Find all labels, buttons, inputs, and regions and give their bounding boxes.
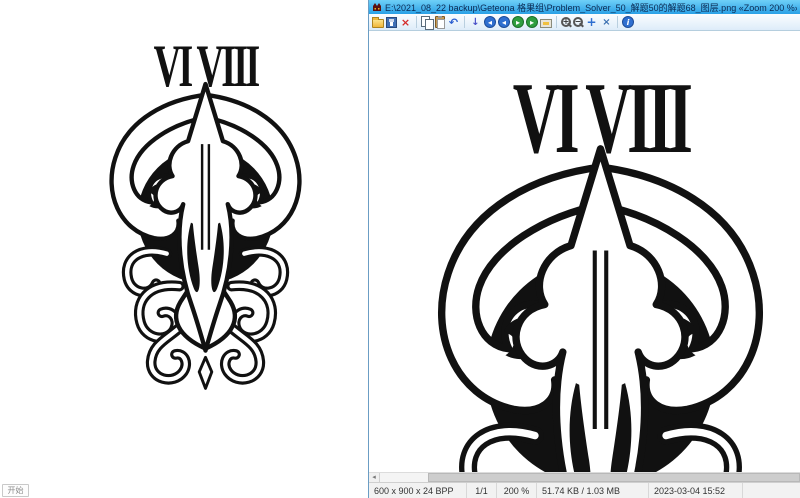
artwork-small (94, 22, 317, 400)
fullscreen-icon[interactable]: × (600, 16, 613, 29)
save-icon[interactable] (386, 17, 397, 28)
scroll-left-arrow-icon[interactable]: ◂ (369, 473, 380, 482)
horizontal-scrollbar[interactable]: ◂ (369, 472, 800, 482)
copy-icon[interactable] (421, 16, 433, 28)
delete-icon[interactable]: × (399, 16, 412, 29)
status-bar: 600 x 900 x 24 BPP 1/1 200 % 51.74 KB / … (369, 482, 800, 498)
status-file-size: 51.74 KB / 1.03 MB (537, 483, 649, 498)
toolbar: ×↶↓◂◂▸▸+−+×i (369, 14, 800, 31)
status-zoom-level: 200 % (497, 483, 537, 498)
zoom-out-icon[interactable]: − (573, 17, 583, 27)
image-canvas[interactable] (369, 31, 800, 472)
toolbar-separator (464, 16, 465, 28)
nav-down-icon[interactable]: ↓ (469, 16, 482, 29)
scrollbar-thumb[interactable] (428, 473, 800, 482)
next-image-icon[interactable]: ▸ (512, 16, 524, 28)
status-spacer (743, 483, 800, 498)
fit-to-window-icon[interactable]: + (585, 16, 598, 29)
status-page-index: 1/1 (467, 483, 497, 498)
about-icon[interactable]: i (622, 16, 634, 28)
window-title: E:\2021_08_22 backup\Geteona 格果组\Problem… (385, 1, 797, 14)
image-viewer-window: E:\2021_08_22 backup\Geteona 格果组\Problem… (368, 0, 800, 498)
title-bar[interactable]: E:\2021_08_22 backup\Geteona 格果组\Problem… (369, 0, 800, 14)
desktop: 开始 E:\2021_08_22 backup\Geteona 格果组\Prob… (0, 0, 800, 498)
start-button[interactable]: 开始 (2, 484, 29, 497)
status-image-dimensions: 600 x 900 x 24 BPP (369, 483, 467, 498)
viewer-image (412, 44, 789, 472)
toolbar-separator (617, 16, 618, 28)
toolbar-separator (416, 16, 417, 28)
slideshow-icon[interactable] (540, 19, 552, 28)
status-modified-date: 2023-03-04 15:52 (649, 483, 743, 498)
previous-image-icon[interactable]: ◂ (498, 16, 510, 28)
open-icon[interactable] (372, 19, 384, 28)
zoom-in-icon[interactable]: + (561, 17, 571, 27)
app-icon (372, 2, 382, 12)
toolbar-separator (556, 16, 557, 28)
last-image-icon[interactable]: ▸ (526, 16, 538, 28)
undo-icon[interactable]: ↶ (447, 16, 460, 29)
first-image-icon[interactable]: ◂ (484, 16, 496, 28)
paste-icon[interactable] (435, 16, 445, 28)
